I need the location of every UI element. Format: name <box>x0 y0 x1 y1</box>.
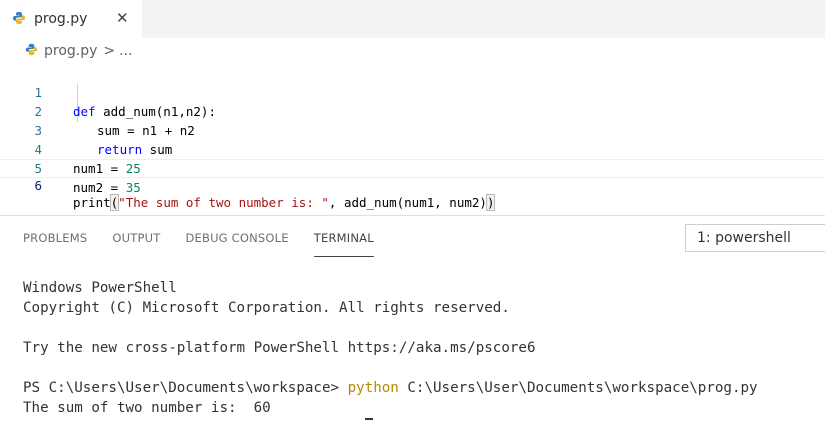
terminal-line: Windows PowerShell <box>23 280 177 296</box>
breadcrumb-more[interactable]: ... <box>119 43 132 59</box>
close-icon[interactable]: ✕ <box>116 9 129 27</box>
terminal-command: python <box>347 380 399 396</box>
code-line-current: 6 print("The sum of two number is: ", ad… <box>0 159 825 211</box>
code-line: 4 num1 = 25 <box>0 121 825 176</box>
breadcrumb-file[interactable]: prog.py <box>44 43 97 59</box>
terminal-command-arg: C:\Users\User\Documents\workspace\prog.p… <box>398 380 758 396</box>
tab-problems[interactable]: PROBLEMS <box>23 226 87 248</box>
terminal-line: Copyright (C) Microsoft Corporation. All… <box>23 300 510 316</box>
code-editor[interactable]: 1 def add_num(n1,n2): 2 sum = n1 + n2 3 … <box>0 64 825 211</box>
terminal-line: Try the new cross-platform PowerShell ht… <box>23 340 536 356</box>
tab-terminal[interactable]: TERMINAL <box>313 226 374 257</box>
python-icon <box>25 43 38 60</box>
terminal-prompt: PS C:\Users\User\Documents\workspace> <box>23 380 348 396</box>
chevron-right-icon: > <box>103 43 116 59</box>
breadcrumb: prog.py > ... <box>25 41 133 61</box>
code-line: 2 sum = n1 + n2 <box>0 83 825 138</box>
line-number: 6 <box>34 178 42 193</box>
terminal-line: The sum of two number is: 60 <box>23 400 271 416</box>
tab-output[interactable]: OUTPUT <box>112 226 160 248</box>
code-text: print("The sum of two number is: ", add_… <box>73 194 496 211</box>
terminal-cursor <box>365 418 373 420</box>
tab-prog-py[interactable]: prog.py ✕ <box>0 0 142 38</box>
tab-label: prog.py <box>34 11 88 27</box>
tab-debug-console[interactable]: DEBUG CONSOLE <box>185 226 288 248</box>
code-line: 5 num2 = 35 <box>0 140 825 195</box>
code-line: 1 def add_num(n1,n2): <box>0 64 825 119</box>
python-icon <box>12 10 26 29</box>
editor-tab-bar: prog.py ✕ <box>0 0 825 38</box>
terminal-command-line: PS C:\Users\User\Documents\workspace> py… <box>23 378 823 398</box>
terminal-output[interactable]: Windows PowerShell Copyright (C) Microso… <box>23 278 823 418</box>
panel-divider <box>0 215 825 216</box>
terminal-select[interactable]: 1: powershell <box>685 224 825 252</box>
code-line: 3 return sum <box>0 102 825 157</box>
panel-tabs: PROBLEMS OUTPUT DEBUG CONSOLE TERMINAL <box>23 226 399 257</box>
